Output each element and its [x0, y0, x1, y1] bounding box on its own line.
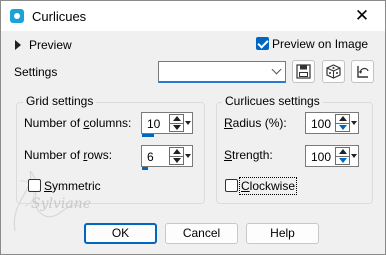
- reset-button[interactable]: [351, 60, 374, 83]
- title-bar: Curlicues ✕: [1, 1, 385, 31]
- settings-label: Settings: [14, 65, 58, 79]
- radius-spinbox[interactable]: 100: [305, 112, 359, 134]
- strength-value: 100: [311, 150, 332, 164]
- symmetric-label: Symmetric: [44, 179, 101, 193]
- cancel-button[interactable]: Cancel: [165, 223, 238, 244]
- checkbox-checked-icon: [256, 37, 269, 50]
- random-preset-button[interactable]: [322, 60, 345, 83]
- arrow-down-icon: [173, 125, 181, 130]
- arrow-up-icon: [173, 116, 181, 121]
- rows-value: 6: [147, 150, 154, 164]
- dropdown-arrow-icon[interactable]: [351, 154, 357, 158]
- reset-icon: [357, 66, 369, 78]
- strength-stepper[interactable]: [335, 147, 350, 165]
- strength-label: Strength:: [224, 148, 273, 162]
- strength-spinbox[interactable]: 100: [305, 145, 359, 167]
- arrow-down-icon: [339, 158, 347, 163]
- stepper-divider: [336, 156, 349, 157]
- columns-spinbox[interactable]: 10: [141, 112, 193, 137]
- rows-slider-fill[interactable]: [142, 167, 148, 170]
- curlicues-dialog: Curlicues ✕ Preview Preview on Image Set…: [0, 0, 386, 255]
- watermark-signature: Sylviane: [31, 196, 92, 212]
- dropdown-arrow-icon[interactable]: [185, 154, 191, 158]
- radius-value: 100: [311, 117, 332, 131]
- ok-button[interactable]: OK: [84, 223, 157, 244]
- clockwise-label: Clockwise: [238, 177, 298, 195]
- symmetric-label-hotkey: S: [44, 179, 53, 193]
- expand-arrow-icon: [15, 40, 21, 50]
- radius-stepper[interactable]: [335, 114, 350, 132]
- dropdown-arrow-icon[interactable]: [351, 121, 357, 125]
- rows-label-prefix: Number of: [24, 148, 84, 162]
- arrow-up-icon: [339, 149, 347, 154]
- symmetric-label-suffix: ymmetric: [52, 179, 101, 193]
- stepper-divider: [170, 123, 183, 124]
- clockwise-label-hotkey: C: [241, 179, 250, 193]
- save-icon: [296, 64, 311, 79]
- chevron-down-icon: [271, 64, 282, 75]
- preview-label: Preview: [29, 38, 72, 52]
- help-button[interactable]: Help: [246, 223, 319, 244]
- window-title: Curlicues: [32, 9, 87, 24]
- rows-spinbox[interactable]: 6: [141, 145, 193, 170]
- strength-label-suffix: trength:: [232, 148, 273, 162]
- arrow-up-icon: [339, 116, 347, 121]
- close-icon[interactable]: ✕: [339, 1, 385, 31]
- checkbox-unchecked-icon: [28, 179, 41, 192]
- rows-stepper[interactable]: [169, 147, 184, 165]
- columns-label-suffix: olumns:: [89, 116, 132, 130]
- arrow-down-icon: [173, 158, 181, 163]
- arrow-up-icon: [173, 149, 181, 154]
- preset-dice-icon: [326, 64, 341, 79]
- columns-slider-fill[interactable]: [142, 134, 154, 137]
- save-preset-button[interactable]: [292, 60, 315, 83]
- stepper-divider: [170, 156, 183, 157]
- rows-label-suffix: ows:: [87, 148, 113, 162]
- strength-label-hotkey: S: [224, 148, 233, 162]
- preview-on-image-label: Preview on Image: [272, 37, 369, 51]
- clockwise-label-suffix: lockwise: [249, 179, 296, 193]
- settings-preset-dropdown[interactable]: [158, 61, 286, 83]
- rows-label: Number of rows:: [24, 148, 112, 162]
- radius-label-suffix: adius (%):: [232, 116, 287, 130]
- columns-stepper[interactable]: [169, 114, 184, 132]
- columns-label-prefix: Number of: [24, 116, 84, 130]
- radius-label: Radius (%):: [224, 116, 287, 130]
- app-icon: [10, 9, 24, 23]
- columns-value: 10: [147, 117, 161, 131]
- radius-label-hotkey: R: [224, 116, 233, 130]
- dropdown-arrow-icon[interactable]: [185, 121, 191, 125]
- stepper-divider: [336, 123, 349, 124]
- arrow-down-icon: [339, 125, 347, 130]
- curlicues-settings-title: Curlicues settings: [222, 94, 323, 108]
- grid-settings-title: Grid settings: [23, 94, 97, 108]
- checkbox-unchecked-icon: [225, 179, 238, 192]
- columns-label: Number of columns:: [24, 116, 131, 130]
